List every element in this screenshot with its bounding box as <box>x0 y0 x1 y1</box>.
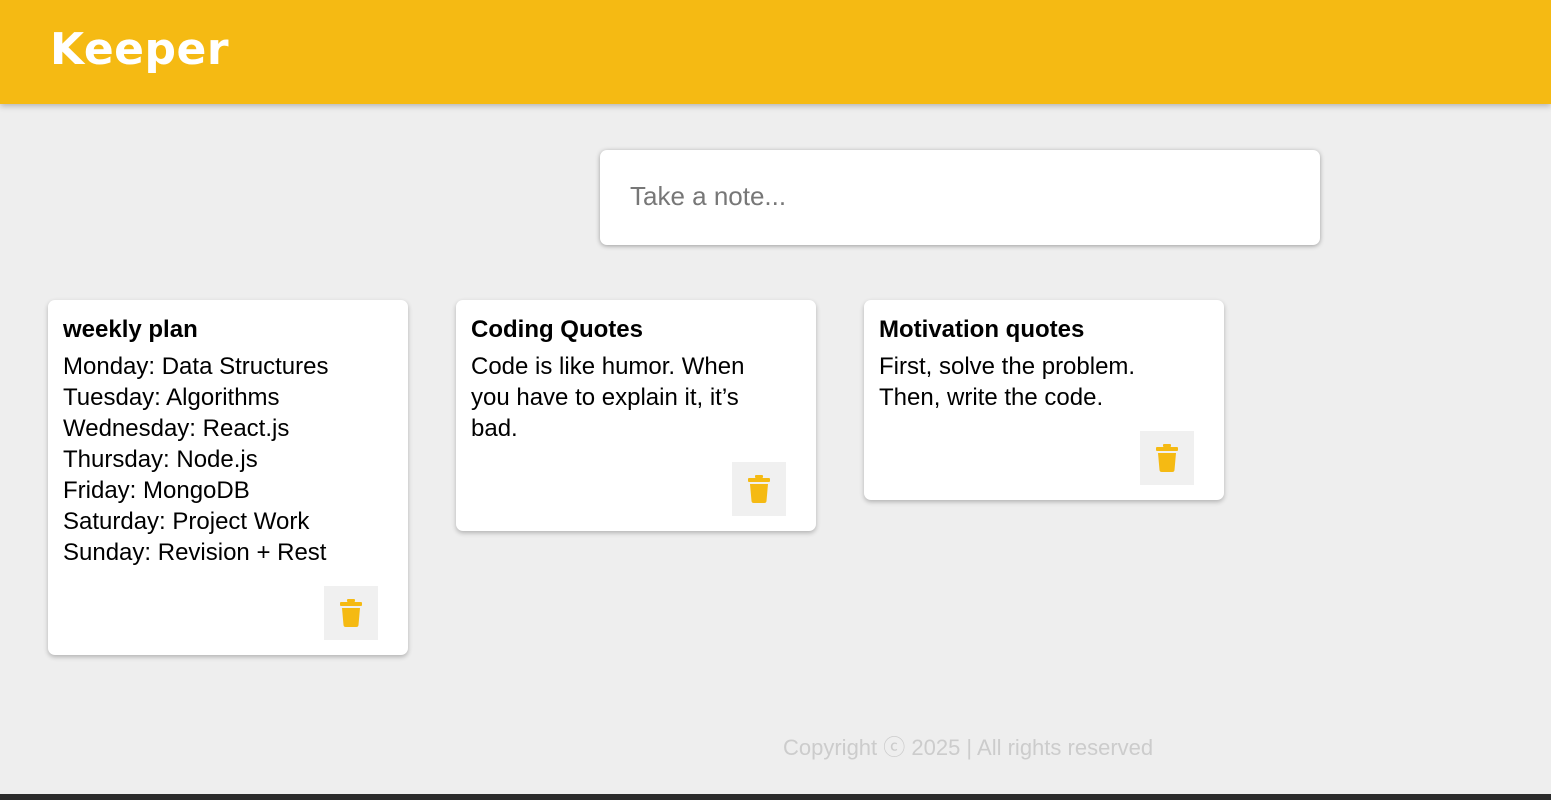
note-title: weekly plan <box>63 316 198 343</box>
window-bottom-edge <box>0 794 1551 800</box>
trash-icon <box>1156 444 1178 472</box>
copyright-text: Copyright ⓒ 2025 | All rights reserved <box>783 735 1154 760</box>
delete-button[interactable] <box>732 462 786 516</box>
note-card: weekly plan Monday: Data Structures Tues… <box>48 300 408 655</box>
note-title: Motivation quotes <box>879 316 1085 343</box>
footer: Copyright ⓒ 2025 | All rights reserved <box>0 732 1551 764</box>
delete-button[interactable] <box>1140 431 1194 485</box>
trash-icon <box>748 475 770 503</box>
note-content: Monday: Data Structures Tuesday: Algorit… <box>63 353 329 566</box>
note-content: First, solve the problem. Then, write th… <box>879 353 1136 411</box>
note-title: Coding Quotes <box>471 316 643 343</box>
trash-icon <box>340 599 362 627</box>
app-header: Keeper <box>0 0 1551 104</box>
delete-button[interactable] <box>324 586 378 640</box>
note-input[interactable] <box>628 178 1288 214</box>
create-note-form <box>600 150 1320 245</box>
note-card: Motivation quotes First, solve the probl… <box>864 300 1224 500</box>
note-content: Code is like humor. When you have to exp… <box>471 353 745 442</box>
app-title: Keeper <box>50 24 230 75</box>
note-card: Coding Quotes Code is like humor. When y… <box>456 300 816 531</box>
